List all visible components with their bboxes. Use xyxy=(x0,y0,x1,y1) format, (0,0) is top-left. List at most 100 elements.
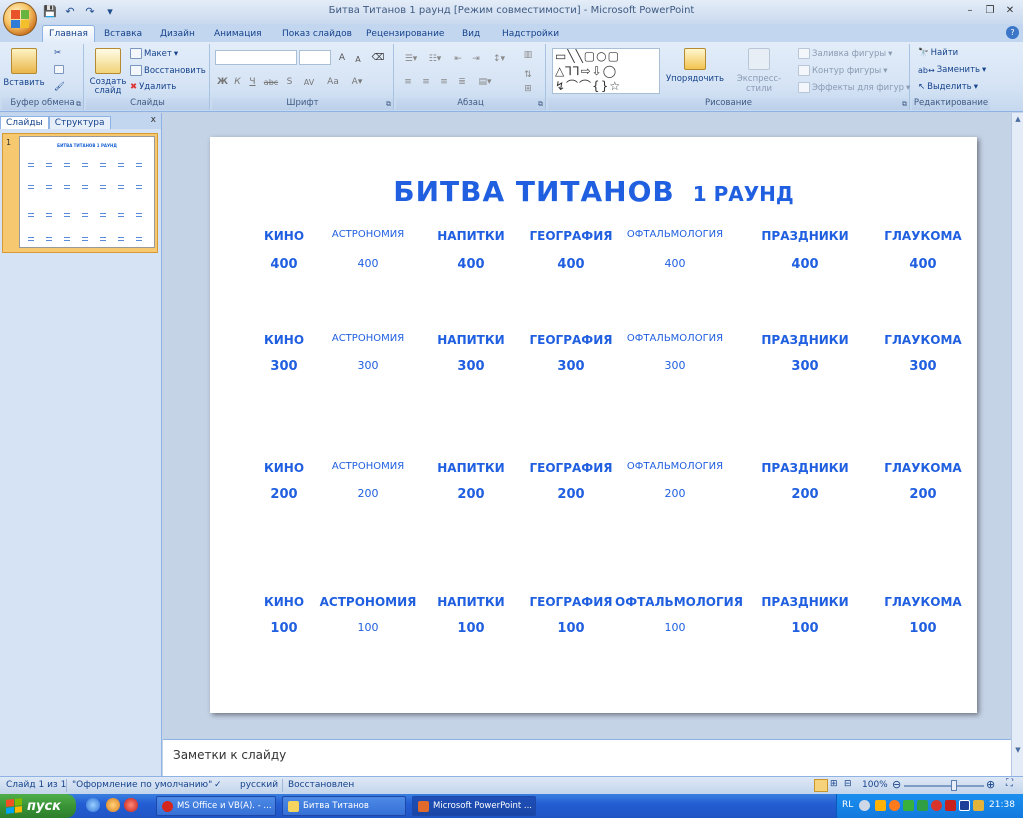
question-value-button[interactable]: 300 xyxy=(431,359,511,374)
shrink-font-button[interactable]: A xyxy=(351,52,365,66)
slide-sorter-view-icon[interactable]: ⊞ xyxy=(830,779,838,789)
restore-button[interactable]: ❐ xyxy=(981,3,999,18)
spellcheck-icon[interactable]: ✓ xyxy=(214,780,222,790)
line-spacing-icon[interactable]: ↕▾ xyxy=(488,52,510,66)
italic-button[interactable]: К xyxy=(231,75,244,89)
question-value-button[interactable]: 300 xyxy=(883,359,963,374)
tab-slideshow[interactable]: Показ слайдов xyxy=(276,25,358,42)
question-value-button[interactable]: 400 xyxy=(531,257,611,272)
taskbar-task-powerpoint[interactable]: Microsoft PowerPoint ... xyxy=(412,796,536,816)
taskbar-task-folder[interactable]: Битва Титанов xyxy=(282,796,406,816)
question-value-button[interactable]: 100 xyxy=(244,621,324,636)
slide-thumbnail[interactable]: БИТВА ТИТАНОВ 1 РАУНД xyxy=(19,136,155,248)
close-pane-icon[interactable]: x xyxy=(151,115,156,125)
volume-icon[interactable] xyxy=(973,800,984,811)
font-launcher-icon[interactable]: ⧉ xyxy=(386,100,391,109)
question-value-button[interactable]: 200 xyxy=(431,487,511,502)
question-value-button[interactable]: 200 xyxy=(635,487,715,500)
reset-button[interactable]: Восстановить xyxy=(130,65,206,76)
antivirus-icon[interactable] xyxy=(931,800,942,811)
tab-addins[interactable]: Надстройки xyxy=(496,25,565,42)
zoom-slider[interactable] xyxy=(904,780,984,791)
strikethrough-button[interactable]: abc xyxy=(261,75,281,89)
decrease-indent-icon[interactable]: ⇤ xyxy=(450,52,466,66)
question-value-button[interactable]: 300 xyxy=(635,359,715,372)
copy-icon[interactable] xyxy=(54,65,64,74)
font-color-button[interactable]: A▾ xyxy=(346,75,368,89)
scroll-up-icon[interactable]: ▲ xyxy=(1013,115,1023,125)
tray-app-icon[interactable] xyxy=(875,800,886,811)
question-value-button[interactable]: 400 xyxy=(431,257,511,272)
bold-button[interactable]: Ж xyxy=(216,75,229,89)
drawing-launcher-icon[interactable]: ⧉ xyxy=(902,100,907,109)
office-button[interactable] xyxy=(3,2,37,36)
question-value-button[interactable]: 400 xyxy=(765,257,845,272)
keyboard-layout[interactable]: RL xyxy=(842,800,853,810)
tray-arrow-icon[interactable] xyxy=(859,800,870,811)
question-value-button[interactable]: 400 xyxy=(244,257,324,272)
start-button[interactable]: пуск xyxy=(0,794,76,818)
question-value-button[interactable]: 100 xyxy=(765,621,845,636)
grow-font-button[interactable]: A xyxy=(334,51,350,65)
zoom-slider-thumb[interactable] xyxy=(950,780,957,791)
question-value-button[interactable]: 200 xyxy=(883,487,963,502)
justify-icon[interactable]: ≣ xyxy=(454,75,470,89)
question-value-button[interactable]: 100 xyxy=(883,621,963,636)
shape-fill-button[interactable]: Заливка фигуры ▾ xyxy=(798,48,892,59)
tab-animation[interactable]: Анимация xyxy=(208,25,268,42)
arrange-button[interactable]: Упорядочить xyxy=(666,48,724,84)
increase-indent-icon[interactable]: ⇥ xyxy=(468,52,484,66)
shapes-gallery[interactable]: ▭╲╲▢○▢ △⅂⅂⇨⇩◯ ↯⌒⌒{}☆ xyxy=(552,48,660,94)
question-value-button[interactable]: 200 xyxy=(765,487,845,502)
slide-title[interactable]: БИТВА ТИТАНОВ 1 РАУНД xyxy=(210,175,977,208)
delete-slide-button[interactable]: ✖ Удалить xyxy=(130,82,176,92)
slide-thumbnail-selected[interactable]: 1 БИТВА ТИТАНОВ 1 РАУНД xyxy=(2,133,158,253)
char-spacing-button[interactable]: AV xyxy=(298,75,320,89)
question-value-button[interactable]: 100 xyxy=(531,621,611,636)
opera-icon[interactable] xyxy=(124,798,138,812)
question-value-button[interactable]: 400 xyxy=(635,257,715,270)
smartart-icon[interactable]: ⊞ xyxy=(518,82,538,96)
tab-home[interactable]: Главная xyxy=(42,25,95,42)
minimize-button[interactable]: – xyxy=(961,3,979,18)
language-bar-icon[interactable] xyxy=(959,800,970,811)
align-center-icon[interactable]: ≡ xyxy=(418,75,434,89)
kaspersky-icon[interactable] xyxy=(945,800,956,811)
tab-view[interactable]: Вид xyxy=(456,25,486,42)
tab-outline[interactable]: Структура xyxy=(48,116,111,129)
replace-button[interactable]: ab↔ Заменить ▾ xyxy=(918,65,986,75)
paragraph-launcher-icon[interactable]: ⧉ xyxy=(538,100,543,109)
slide-canvas[interactable]: БИТВА ТИТАНОВ 1 РАУНД КИНО 400 АСТРОНОМИЯ 40… xyxy=(210,137,977,713)
slideshow-view-icon[interactable]: ⊟ xyxy=(844,779,852,789)
signal-icon[interactable] xyxy=(917,800,928,811)
tab-insert[interactable]: Вставка xyxy=(98,25,148,42)
shape-outline-button[interactable]: Контур фигуры ▾ xyxy=(798,65,888,76)
language-label[interactable]: русский xyxy=(240,780,278,790)
quick-styles-button[interactable]: Экспресс-стили xyxy=(726,48,792,94)
tab-design[interactable]: Дизайн xyxy=(154,25,201,42)
layout-button[interactable]: Макет ▾ xyxy=(130,48,178,59)
clipboard-launcher-icon[interactable]: ⧉ xyxy=(76,100,81,109)
change-case-button[interactable]: Aa xyxy=(322,75,344,89)
network-icon[interactable] xyxy=(903,800,914,811)
shape-effects-button[interactable]: Эффекты для фигур ▾ xyxy=(798,82,910,93)
font-size-combo[interactable] xyxy=(299,50,331,65)
question-value-button[interactable]: 400 xyxy=(328,257,408,270)
vertical-scrollbar[interactable]: ▲ ▼ xyxy=(1011,113,1023,776)
underline-button[interactable]: Ч xyxy=(246,75,259,89)
format-painter-icon[interactable]: 🖌 xyxy=(54,82,65,92)
question-value-button[interactable]: 100 xyxy=(635,621,715,634)
taskbar-task-opera[interactable]: MS Office и VB(A). - ... xyxy=(156,796,276,816)
text-direction-icon[interactable]: ⇅ xyxy=(518,68,538,82)
select-button[interactable]: ↖ Выделить ▾ xyxy=(918,82,978,92)
question-value-button[interactable]: 100 xyxy=(328,621,408,634)
shadow-button[interactable]: S xyxy=(283,75,296,89)
columns-icon[interactable]: ▤▾ xyxy=(474,75,496,89)
question-value-button[interactable]: 300 xyxy=(244,359,324,374)
bullets-icon[interactable]: ☰▾ xyxy=(400,52,422,66)
question-value-button[interactable]: 400 xyxy=(883,257,963,272)
help-icon[interactable]: ? xyxy=(1006,26,1019,39)
new-slide-button[interactable]: Создать слайд xyxy=(88,48,128,96)
question-value-button[interactable]: 300 xyxy=(531,359,611,374)
tab-slides[interactable]: Слайды xyxy=(0,116,49,129)
